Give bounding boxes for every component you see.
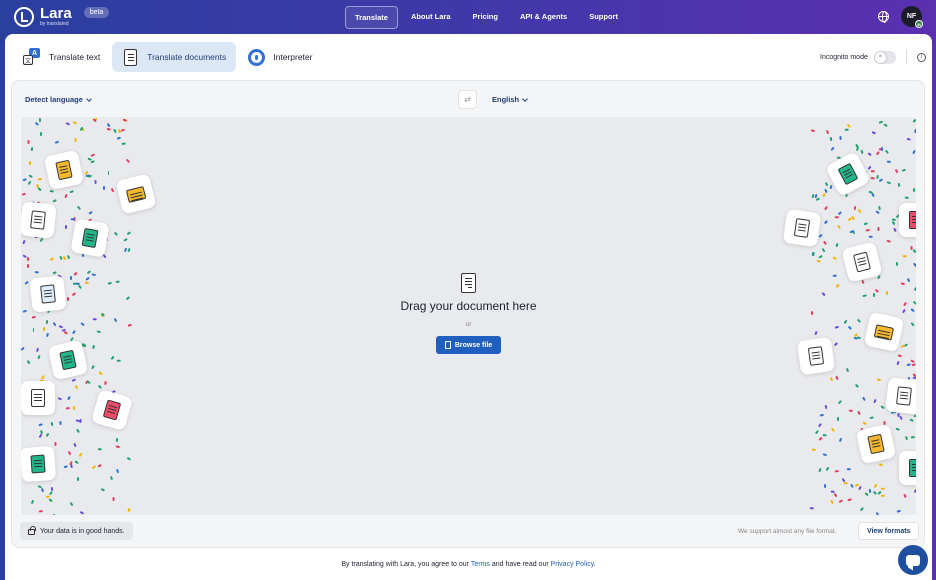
incognito-toggle[interactable]: × [873,50,896,64]
tab-translate-text[interactable]: A文 Translate text [13,42,110,72]
top-bar: Lara by translated beta Translate About … [0,0,936,33]
data-safety-note: Your data is in good hands. [20,522,133,540]
data-safety-text: Your data is in good hands. [40,527,125,535]
app-name: Lara [40,5,72,22]
user-badge: M [915,20,923,28]
dropzone-title: Drag your document here [400,299,537,313]
footer-prefix: By translating with Lara, you agree to o… [341,561,469,568]
document-icon [461,273,476,293]
view-formats-button[interactable]: View formats [858,522,920,540]
mode-tabs: A文 Translate text Translate documents In… [13,42,322,72]
footer-middle: and have read our [491,561,549,568]
tab-interpreter[interactable]: Interpreter [238,42,322,72]
target-language-select[interactable]: English [492,95,528,104]
chat-bubble-icon [906,554,920,566]
tab-label: Translate text [49,52,101,62]
globe-icon[interactable] [878,11,889,23]
privacy-policy-link[interactable]: Privacy Policy [551,561,594,568]
beta-badge: beta [83,7,110,18]
app-by: by translated [40,21,69,27]
nav-translate[interactable]: Translate [345,6,398,29]
divider [905,50,907,64]
incognito-label: Incognito mode [820,53,868,61]
chevron-down-icon [86,95,92,102]
browse-file-button[interactable]: Browse file [435,336,502,354]
file-icon [444,341,451,349]
supported-formats-text: We support almost any file format. [738,528,837,535]
document-icon [124,48,138,66]
nav-about-lara[interactable]: About Lara [402,6,460,29]
terms-link[interactable]: Terms [471,561,490,568]
translate-icon: A文 [23,48,41,66]
nav-api-agents[interactable]: API & Agents [511,6,576,29]
lara-logo-icon [14,6,34,27]
dropzone-content: Drag your document here or Browse file [21,117,916,515]
footer-suffix: . [593,561,596,568]
incognito-control: Incognito mode × i [820,50,926,64]
interpreter-icon [248,48,266,66]
chevron-down-icon [522,95,528,102]
browse-file-label: Browse file [454,341,493,349]
swap-languages-button[interactable]: ⇄ [458,90,477,109]
nav-support[interactable]: Support [580,6,627,29]
tab-translate-documents[interactable]: Translate documents [112,42,237,72]
document-dropzone[interactable]: Drag your document here or Browse file [21,117,916,515]
main-nav: Translate About Lara Pricing API & Agent… [345,6,627,29]
source-language-label: Detect language [25,95,83,104]
nav-pricing[interactable]: Pricing [464,6,507,29]
info-icon[interactable]: i [916,52,926,62]
tab-label: Translate documents [147,52,227,62]
main-card: A文 Translate text Translate documents In… [5,34,932,580]
dropzone-or: or [465,321,472,328]
close-icon: × [874,51,886,63]
lock-icon [28,526,36,535]
translator-panel: Detect language ⇄ English Drag your docu… [11,80,925,548]
user-initials: NF [906,13,917,20]
lara-logo[interactable]: Lara by translated beta [14,5,110,27]
swap-icon: ⇄ [464,95,471,104]
tab-label: Interpreter [273,52,313,62]
chat-support-button[interactable] [898,545,928,575]
target-language-label: English [492,95,520,104]
source-language-select[interactable]: Detect language [25,95,92,104]
legal-footer: By translating with Lara, you agree to o… [5,561,932,568]
user-avatar[interactable]: NF M [901,6,923,28]
